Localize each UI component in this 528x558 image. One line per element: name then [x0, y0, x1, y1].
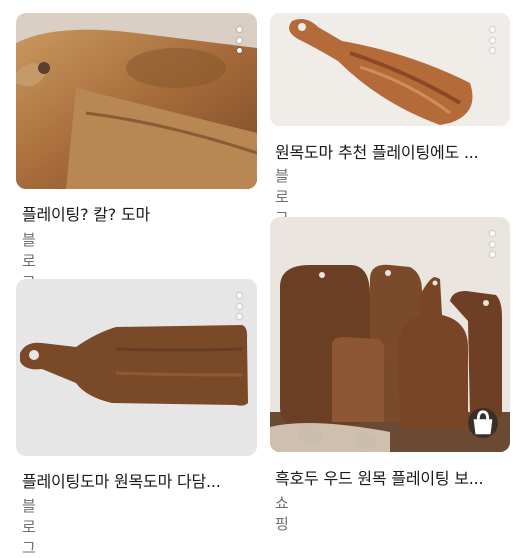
more-options-icon[interactable]: [233, 27, 245, 53]
cutting-board-image: [270, 13, 510, 126]
result-title[interactable]: 플레이팅? 칼? 도마: [22, 201, 254, 225]
result-image-1[interactable]: [16, 13, 257, 189]
more-options-icon[interactable]: [233, 293, 245, 319]
more-options-icon[interactable]: [486, 27, 498, 53]
result-title[interactable]: 원목도마 추천 플레이팅에도 ...: [275, 139, 507, 163]
result-image-3[interactable]: [16, 279, 257, 456]
result-source: 블로그: [22, 497, 36, 557]
shopping-bag-icon[interactable]: [468, 408, 498, 438]
result-image-2[interactable]: [270, 13, 510, 126]
more-options-icon[interactable]: [486, 231, 498, 257]
cutting-board-image: [16, 279, 257, 456]
result-image-4[interactable]: [270, 217, 510, 452]
result-title[interactable]: 흑호두 우드 원목 플레이팅 보...: [275, 465, 507, 489]
result-title[interactable]: 플레이팅도마 원목도마 다담...: [22, 468, 254, 492]
result-source: 쇼핑: [275, 494, 289, 533]
cutting-board-image: [16, 13, 257, 189]
